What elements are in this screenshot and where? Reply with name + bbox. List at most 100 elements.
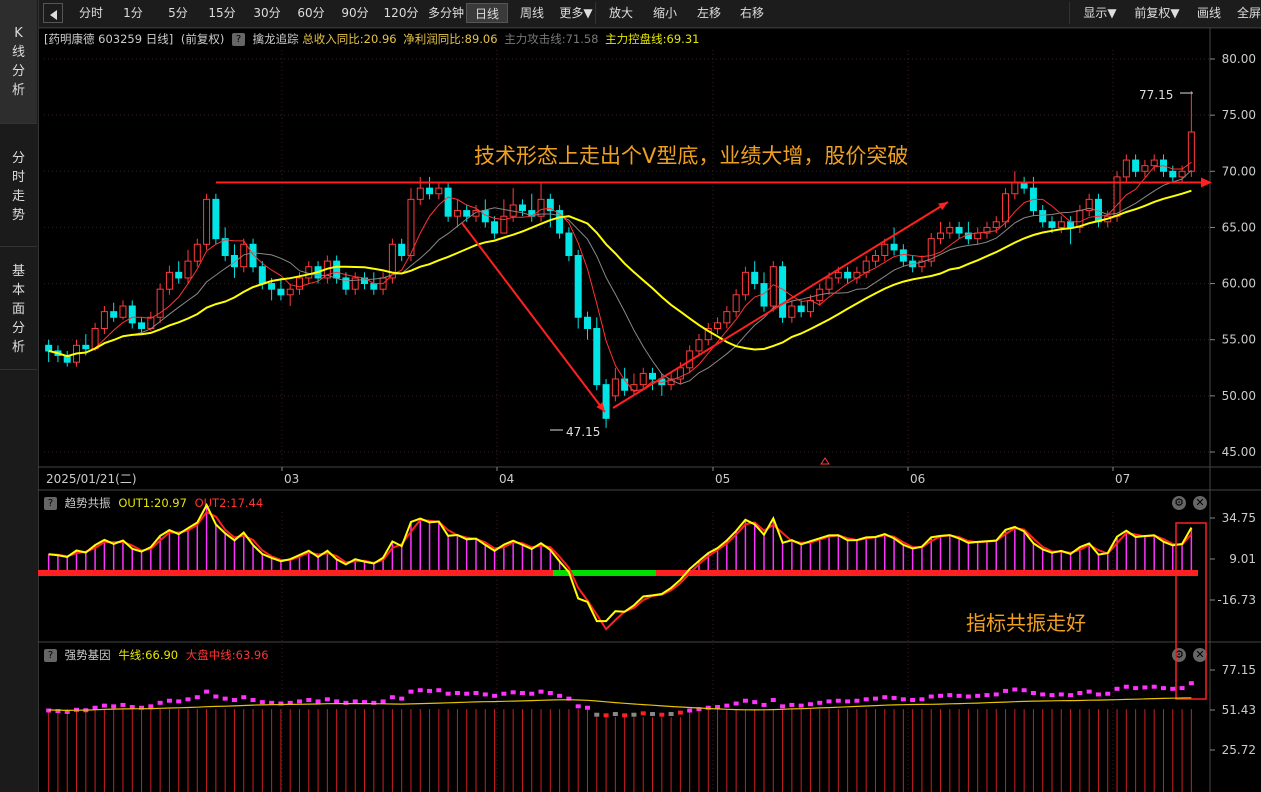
ma-lines — [48, 92, 1212, 431]
candle-body — [881, 243, 889, 256]
strength-marker — [1133, 686, 1139, 691]
bull-line — [48, 697, 1192, 712]
candle-body — [1029, 187, 1037, 212]
tab-kline-analysis[interactable]: K 线 分 析 — [0, 0, 37, 124]
strength-marker — [269, 700, 275, 705]
toolbar-btn-90min[interactable]: 90分 — [335, 3, 375, 23]
candle-body — [184, 260, 192, 279]
strength-marker — [715, 705, 721, 710]
strength-marker — [352, 699, 358, 704]
toolbar-btn-more[interactable]: 更多▼ — [554, 3, 598, 23]
candle-body — [156, 288, 164, 318]
candle-body — [463, 210, 471, 217]
v-arrow-down — [461, 222, 606, 413]
strength-marker — [213, 694, 219, 699]
candle-body — [175, 271, 183, 279]
candle-body — [918, 260, 926, 268]
price-tick-label: 45.00 — [1222, 445, 1256, 459]
candle-body — [1104, 215, 1112, 223]
draw-line-button[interactable]: 画线 — [1189, 3, 1229, 23]
toolbar-btn-1min[interactable]: 1分 — [115, 3, 151, 23]
tab-fundamentals[interactable]: 基 本 面 分 析 — [0, 248, 37, 370]
strength-marker — [306, 698, 312, 703]
tab-intraday[interactable]: 分 时 走 势 — [0, 125, 37, 247]
candle-body — [388, 243, 396, 279]
close-icon[interactable]: ✕ — [1193, 648, 1207, 662]
toolbar-btn-15min[interactable]: 15分 — [202, 3, 242, 23]
gear-icon[interactable]: ⚙ — [1172, 496, 1186, 510]
tab-char: 分 — [11, 151, 25, 166]
move-left-button[interactable]: 左移 — [689, 3, 729, 23]
toolbar-btn-120min[interactable]: 120分 — [379, 3, 423, 23]
strength-marker — [380, 699, 386, 704]
help-icon[interactable]: ? — [44, 497, 57, 510]
strength-marker — [622, 713, 628, 718]
candle-body — [964, 232, 972, 240]
strength-marker — [492, 693, 498, 698]
strength-marker — [650, 712, 656, 717]
strength-marker — [900, 697, 906, 702]
display-menu-button[interactable]: 显示▼ — [1073, 3, 1127, 23]
help-icon[interactable]: ? — [231, 33, 245, 46]
candle-body — [138, 322, 146, 329]
gear-icon[interactable]: ⚙ — [1172, 648, 1186, 662]
strength-marker — [1170, 686, 1176, 691]
chart-canvas[interactable]: 技术形态上走出个V型底，业绩大增，股价突破 指标共振走好 77.15 47.15… — [0, 0, 1261, 792]
strength-marker — [204, 689, 210, 694]
adjust-menu-button[interactable]: 前复权▼ — [1128, 3, 1186, 23]
v-arrow-down-head — [596, 402, 605, 412]
date-first-label: 2025/01/21(二) — [46, 472, 137, 486]
strength-marker — [408, 689, 414, 694]
candle-body — [472, 210, 480, 217]
strength-marker — [1160, 686, 1166, 691]
candle-body — [806, 299, 814, 313]
strength-marker — [817, 700, 823, 705]
low-label: 47.15 — [566, 425, 600, 439]
candle-body — [1178, 170, 1186, 178]
candle-body — [407, 198, 415, 257]
strength-marker — [677, 710, 683, 715]
close-icon[interactable]: ✕ — [1193, 496, 1207, 510]
candle-body — [983, 226, 991, 234]
toolbar-btn-30min[interactable]: 30分 — [247, 3, 287, 23]
info-profit: 净利润同比:89.06 — [403, 32, 498, 46]
move-right-button[interactable]: 右移 — [732, 3, 772, 23]
candle-body — [1011, 182, 1019, 195]
candle-body — [203, 198, 211, 245]
fullscreen-button[interactable]: 全屏 — [1234, 3, 1261, 23]
candle-body — [741, 271, 749, 296]
toolbar-btn-min[interactable]: 分时 — [71, 3, 111, 23]
annotation-indicator-text: 指标共振走好 — [966, 611, 1086, 635]
strength-marker — [807, 702, 813, 707]
candle-body — [323, 260, 331, 279]
tab-char: 本 — [11, 283, 25, 298]
strength-marker — [566, 696, 572, 701]
toolbar-btn-5min[interactable]: 5分 — [160, 3, 196, 23]
panel2-axis-label: 9.01 — [1229, 552, 1256, 566]
strength-marker — [891, 695, 897, 700]
zoom-in-button[interactable]: 放大 — [601, 3, 641, 23]
back-button[interactable] — [43, 3, 63, 23]
zoom-out-button[interactable]: 缩小 — [645, 3, 685, 23]
toolbar-btn-weekly[interactable]: 周线 — [512, 3, 552, 23]
strength-marker — [362, 700, 368, 705]
candle-body — [630, 384, 638, 391]
strength-marker — [1188, 681, 1194, 686]
tab-char: 面 — [11, 302, 25, 317]
toolbar-btn-multimin[interactable]: 多分钟 — [424, 3, 468, 23]
candle-body — [639, 372, 647, 386]
toolbar-btn-60min[interactable]: 60分 — [291, 3, 331, 23]
candle-body — [723, 311, 731, 324]
tab-char: 分 — [11, 64, 25, 79]
candle-body — [435, 187, 443, 195]
strength-marker — [1086, 689, 1092, 694]
candle-body — [314, 266, 322, 279]
strength-marker — [854, 698, 860, 703]
toolbar-btn-daily[interactable]: 日线 — [466, 3, 508, 23]
candle-body — [732, 294, 740, 313]
help-icon[interactable]: ? — [44, 649, 57, 662]
strength-marker — [724, 703, 730, 708]
candle-body — [351, 277, 359, 290]
candle-body — [500, 215, 508, 234]
strength-marker — [389, 695, 395, 700]
